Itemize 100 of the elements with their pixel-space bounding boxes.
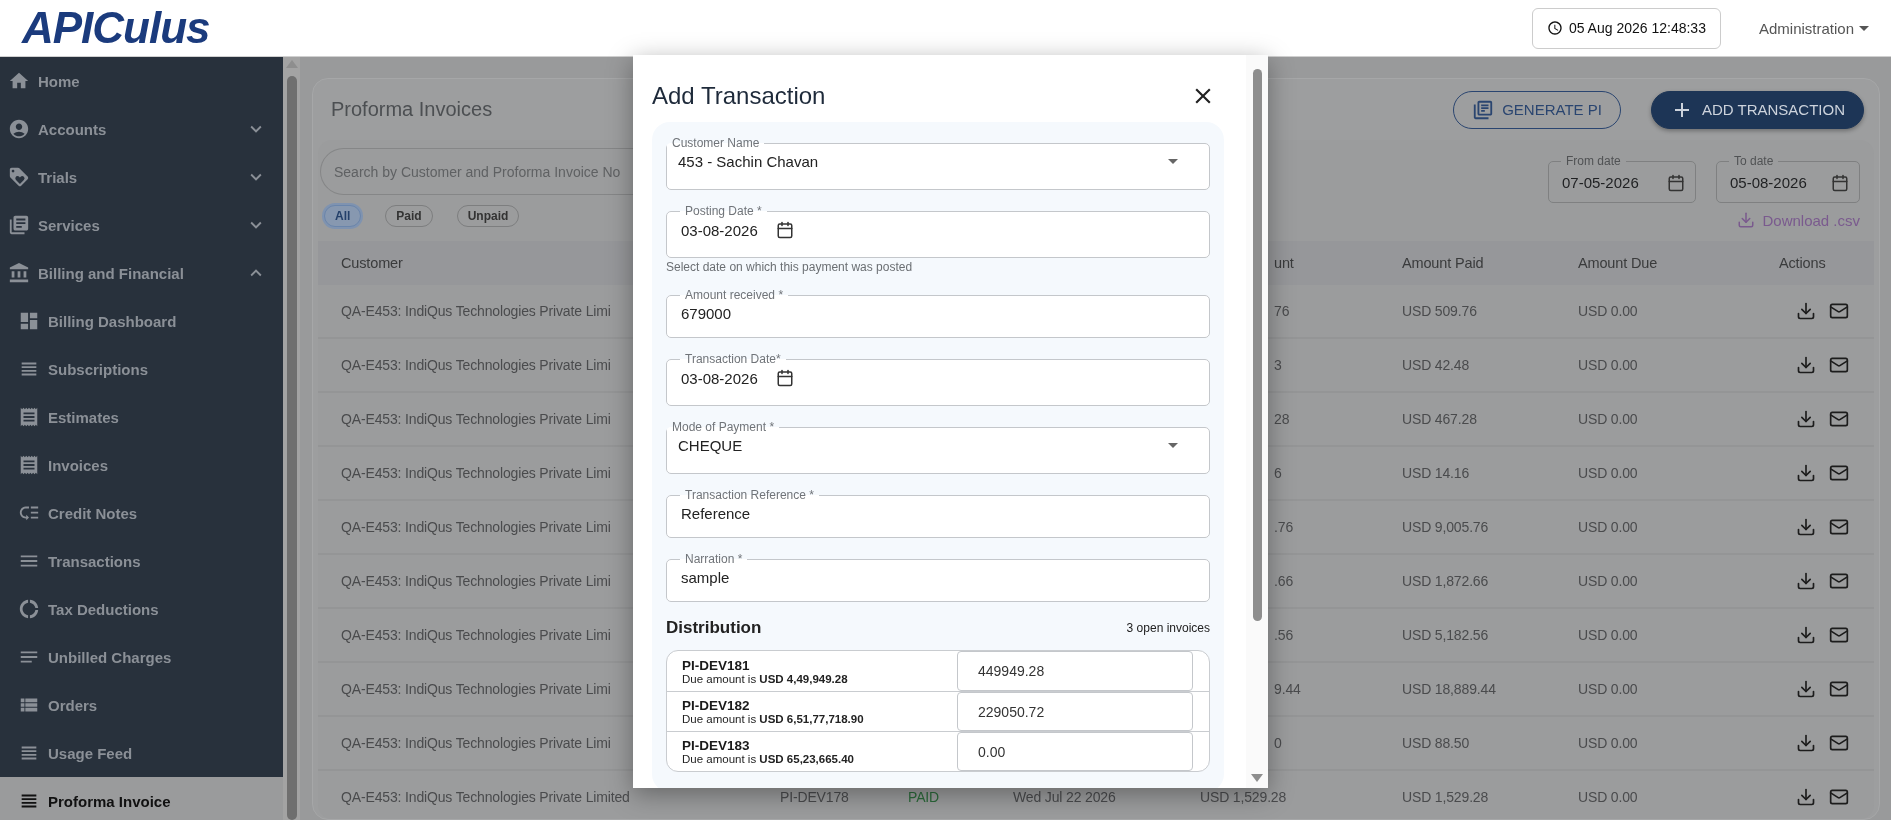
table-cell: USD 0.00 — [1578, 627, 1638, 643]
table-cell: USD 14.16 — [1402, 465, 1470, 481]
download-icon — [1796, 355, 1816, 375]
select-field[interactable]: Customer Name 453 - Sachin Chavan — [666, 136, 1210, 190]
invoice-number: PI-DEV183 — [682, 738, 751, 753]
sidebar-item[interactable]: Services — [0, 201, 283, 249]
sidebar-item[interactable]: Invoices — [0, 441, 283, 489]
table-cell: USD 42.48 — [1402, 357, 1470, 373]
download-link[interactable]: Download .csv — [1737, 211, 1860, 229]
bank-icon — [8, 262, 30, 284]
table-cell: USD 9,005.76 — [1402, 519, 1489, 535]
table-cell: USD 0.00 — [1578, 357, 1638, 373]
dropdown-caret-icon — [1168, 159, 1178, 164]
mail-icon — [1829, 733, 1849, 753]
download-icon — [1796, 301, 1816, 321]
sidebar-item[interactable]: Billing Dashboard — [0, 297, 283, 345]
sidebar-item[interactable]: Estimates — [0, 393, 283, 441]
table-cell: PI-DEV178 — [780, 789, 849, 805]
logo: APICulus — [22, 6, 210, 50]
date-field[interactable]: Transaction Date* 03-08-2026 — [666, 352, 1210, 406]
user-menu[interactable]: Administration — [1758, 19, 1869, 37]
table-cell: USD 0.00 — [1578, 681, 1638, 697]
table-cell: USD 1,529.28 — [1200, 789, 1287, 805]
sidebar-item[interactable]: Tax Deductions — [0, 585, 283, 633]
table-cell: 0 — [1274, 735, 1282, 751]
account-icon — [8, 118, 30, 140]
table-cell: USD 0.00 — [1578, 573, 1638, 589]
page-title: Proforma Invoices — [331, 98, 494, 121]
tag-icon — [8, 166, 30, 188]
helper-text: Select date on which this payment was posted — [666, 260, 914, 274]
mail-icon — [1829, 679, 1849, 699]
invoice-number: PI-DEV181 — [682, 657, 751, 673]
sidebar-item[interactable]: Transactions — [0, 537, 283, 585]
scrollbar[interactable] — [1246, 55, 1268, 788]
input-field[interactable]: Transaction Reference * Reference — [666, 488, 1210, 538]
table-cell: USD 88.50 — [1402, 735, 1470, 751]
amount-input[interactable]: 449949.28 — [957, 651, 1193, 691]
table-cell: 6 — [1274, 465, 1282, 481]
download-icon — [1796, 679, 1816, 699]
due-amount: Due amount is USD 4,49,949.28 — [682, 672, 849, 685]
invoice-count: 3 open invoices — [1126, 621, 1210, 635]
sidebar-item[interactable]: Billing and Financial — [0, 249, 283, 297]
filter-chip[interactable]: All — [324, 205, 362, 227]
sidebar-item[interactable]: Trials — [0, 153, 283, 201]
table-cell: QA-E453: IndiQus Technologies Private Limi — [341, 735, 611, 751]
dashboard-icon — [18, 310, 40, 332]
clock-display: 05 Aug 2026 12:48:33 — [1531, 7, 1721, 49]
sidebar-item[interactable]: Accounts — [0, 105, 283, 153]
mail-icon — [1829, 517, 1849, 537]
table-cell: QA-E453: IndiQus Technologies Private Limi — [341, 573, 611, 589]
column-header: Amount Paid — [1402, 255, 1484, 271]
table-cell: USD 0.00 — [1578, 411, 1638, 427]
date-field[interactable]: To date 05-08-2026 — [1716, 154, 1860, 203]
calendar-icon — [1831, 173, 1849, 192]
table-cell: 28 — [1274, 411, 1290, 427]
mail-icon — [1829, 625, 1849, 645]
add-transaction-button[interactable]: ADD TRANSACTION — [1650, 90, 1864, 129]
input-field[interactable]: Amount received * 679000 — [666, 288, 1210, 338]
download-icon — [1796, 463, 1816, 483]
sidebar-item[interactable]: Proforma Invoice — [0, 777, 283, 820]
mail-icon — [1829, 355, 1849, 375]
sidebar-item[interactable]: Home — [0, 57, 283, 105]
document-icon — [1472, 98, 1495, 121]
due-amount: Due amount is USD 6,51,77,718.90 — [682, 713, 865, 725]
download-icon — [1796, 517, 1816, 537]
download-icon — [1796, 409, 1816, 429]
receipt-icon — [18, 454, 40, 476]
mail-icon — [1829, 409, 1849, 429]
sidebar-item[interactable]: Orders — [0, 681, 283, 729]
table-cell: USD 0.00 — [1578, 789, 1638, 805]
select-field[interactable]: Mode of Payment * CHEQUE — [666, 420, 1210, 474]
table-cell: QA-E453: IndiQus Technologies Private Limi — [341, 465, 611, 481]
sidebar-item[interactable]: Credit Notes — [0, 489, 283, 537]
caret-icon — [1859, 25, 1869, 31]
calendar-icon — [1667, 173, 1685, 192]
date-field[interactable]: Posting Date * 03-08-2026 — [666, 204, 1210, 258]
dropdown-caret-icon — [1168, 443, 1178, 448]
calendar-icon — [776, 221, 794, 239]
input-field[interactable]: Narration * sample — [666, 552, 1210, 602]
table-cell: USD 509.76 — [1402, 303, 1477, 319]
amount-input[interactable]: 229050.72 — [957, 692, 1193, 731]
table-cell: .56 — [1274, 627, 1293, 643]
calendar-icon — [776, 369, 794, 387]
amount-input[interactable]: 0.00 — [957, 732, 1193, 771]
scrollbar[interactable] — [283, 57, 300, 820]
column-header: Amount Due — [1578, 255, 1658, 271]
mail-icon — [1829, 463, 1849, 483]
table-cell: USD 18,889.44 — [1402, 681, 1496, 697]
sidebar-item[interactable]: Unbilled Charges — [0, 633, 283, 681]
receipt-icon — [18, 406, 40, 428]
invoice-number: PI-DEV182 — [682, 698, 751, 713]
sidebar-item[interactable]: Subscriptions — [0, 345, 283, 393]
mail-icon — [1829, 301, 1849, 321]
mail-icon — [1829, 787, 1849, 807]
download-icon — [1796, 787, 1816, 807]
sidebar-item[interactable]: Usage Feed — [0, 729, 283, 777]
date-field[interactable]: From date 07-05-2026 — [1548, 154, 1696, 203]
table-cell: USD 5,182.56 — [1402, 627, 1489, 643]
table-cell: USD 0.00 — [1578, 303, 1638, 319]
download-icon — [1796, 625, 1816, 645]
